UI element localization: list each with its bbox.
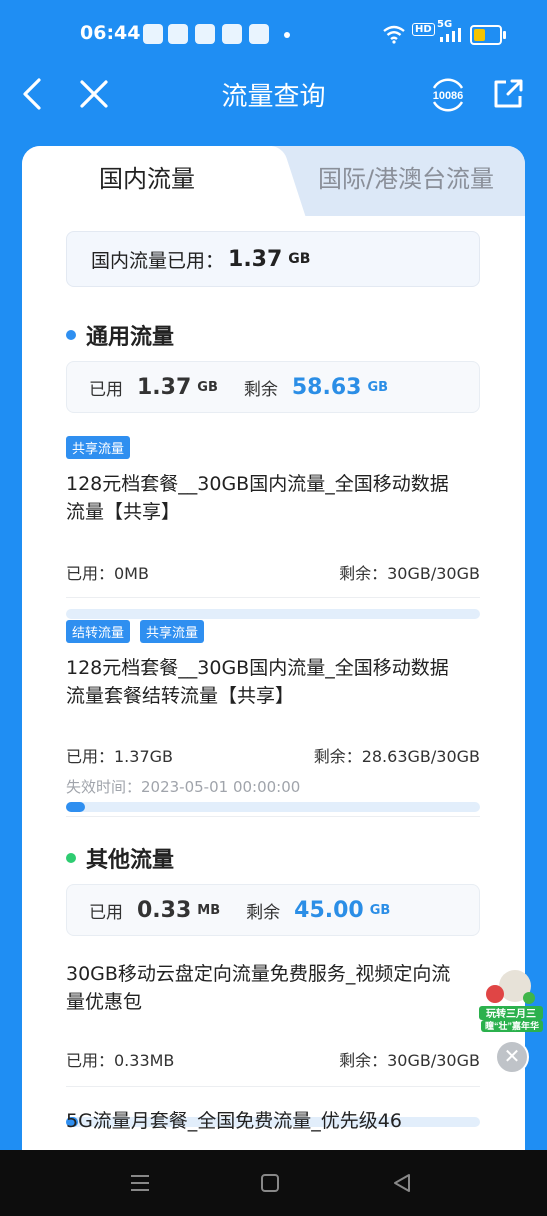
- other-remain-value: 45.00: [294, 897, 364, 923]
- general-used-unit: GB: [197, 379, 218, 395]
- package-3-usage-row: 已用：0.33MB 剩余：30GB/30GB: [66, 1047, 480, 1071]
- signal-icon: [440, 28, 461, 42]
- package-3-remain: 剩余：30GB/30GB: [339, 1051, 480, 1070]
- status-bar: 06:44 HD 5G: [0, 0, 547, 70]
- other-stats: 已用 0.33 MB 剩余 45.00 GB: [66, 884, 480, 936]
- divider: [66, 1086, 480, 1087]
- battery-level: [474, 29, 485, 41]
- package-2-expire: 失效时间：2023-05-01 00:00:00: [66, 778, 301, 796]
- package-2-progress-fill: [66, 802, 86, 812]
- package-4-name: 5G流量月套餐_全国免费流量_优先级46: [66, 1107, 480, 1135]
- other-used-label: 已用: [89, 902, 123, 923]
- general-remain-value: 58.63: [291, 374, 362, 400]
- summary-value: 1.37: [228, 246, 283, 272]
- package-1-usage-row: 已用：0MB 剩余：30GB/30GB: [66, 560, 480, 584]
- tab-domestic[interactable]: 国内流量: [22, 146, 272, 216]
- general-used-label: 已用: [89, 379, 123, 400]
- service-10086-icon: 10086: [433, 78, 464, 112]
- divider: [66, 816, 480, 817]
- share-icon: [494, 79, 523, 108]
- domestic-usage-summary: 国内流量已用： 1.37 GB: [66, 231, 480, 287]
- package-1-name-line1: 128元档套餐__30GB国内流量_全国移动数据: [66, 473, 449, 495]
- package-3-name-line2: 量优惠包: [66, 991, 143, 1013]
- promo-mascot-icon: 玩转三月三 瞳“壮”嘉年华: [479, 970, 543, 1032]
- wifi-icon: [383, 25, 405, 44]
- general-remain-label: 剩余: [243, 379, 278, 400]
- wechat-icon: [143, 24, 163, 44]
- home-button[interactable]: [250, 1166, 290, 1200]
- section-general-bullet: [66, 330, 76, 340]
- package-1-name: 128元档套餐__30GB国内流量_全国移动数据 流量【共享】: [66, 470, 480, 526]
- app-notification-icon: [168, 24, 188, 44]
- tag-carryover: 结转流量: [66, 620, 131, 643]
- section-general-title: 通用流量: [86, 325, 175, 350]
- general-used-value: 1.37: [137, 374, 192, 400]
- package-1-progress: [66, 609, 480, 619]
- main-card: 国内流量 国际/港澳台流量 国内流量已用： 1.37 GB 通用流量 已用 1.…: [22, 146, 525, 1150]
- close-icon: ✕: [503, 1044, 521, 1068]
- back-triangle-icon: [394, 1174, 410, 1192]
- other-used-value: 0.33: [137, 897, 192, 923]
- divider: [66, 597, 480, 598]
- package-3-name-line1: 30GB移动云盘定向流量免费服务_视频定向流: [66, 963, 451, 985]
- general-stats: 已用 1.37 GB 剩余 58.63 GB: [66, 361, 480, 413]
- package-2-tags: 结转流量 共享流量: [66, 620, 205, 643]
- system-nav-bar: [0, 1150, 547, 1216]
- title-bar: 流量查询 10086: [0, 70, 547, 120]
- service-number: 10086: [433, 90, 464, 102]
- other-used-unit: MB: [197, 902, 221, 918]
- summary-unit: GB: [288, 251, 311, 267]
- baidu-icon: [195, 24, 215, 44]
- package-1-name-line2: 流量【共享】: [66, 501, 181, 523]
- tab-bar: 国内流量 国际/港澳台流量: [22, 146, 525, 216]
- promo-float[interactable]: 玩转三月三 瞳“壮”嘉年华: [475, 962, 547, 1034]
- other-remain-unit: GB: [369, 902, 391, 918]
- tag-shared: 共享流量: [140, 620, 205, 643]
- home-square-icon: [261, 1174, 279, 1192]
- package-2-usage-row: 已用：1.37GB 剩余：28.63GB/30GB: [66, 743, 480, 767]
- service-10086-button[interactable]: 10086: [426, 72, 470, 116]
- section-other-bullet: [66, 853, 76, 863]
- share-button[interactable]: [488, 72, 528, 116]
- back-system-button[interactable]: [382, 1166, 422, 1200]
- general-remain-unit: GB: [367, 379, 389, 395]
- promo-close-button[interactable]: ✕: [495, 1040, 529, 1074]
- package-2-remain: 剩余：28.63GB/30GB: [313, 747, 480, 766]
- package-2-used: 已用：1.37GB: [66, 747, 174, 766]
- other-remain-label: 剩余: [246, 902, 281, 923]
- section-other-title: 其他流量: [86, 848, 175, 873]
- package-1-tags: 共享流量: [66, 436, 131, 459]
- package-4-name-line1: 5G流量月套餐_全国免费流量_优先级46: [66, 1110, 402, 1132]
- package-3-name: 30GB移动云盘定向流量免费服务_视频定向流 量优惠包: [66, 960, 480, 1016]
- tag-shared: 共享流量: [66, 436, 131, 459]
- promo-line2: 瞳“壮”嘉年华: [485, 1020, 539, 1031]
- battery-icon: [470, 25, 506, 45]
- hd-indicator: HD: [412, 23, 435, 36]
- tab-domestic-label: 国内流量: [99, 165, 195, 193]
- clock: 06:44: [80, 22, 141, 44]
- package-2-progress: [66, 802, 480, 812]
- section-other: 其他流量: [66, 842, 174, 874]
- menu-icon: [131, 1175, 149, 1191]
- recent-apps-button[interactable]: [120, 1166, 160, 1200]
- package-3-used: 已用：0.33MB: [66, 1051, 175, 1070]
- more-notifications-dot: [284, 32, 290, 38]
- iqiyi-icon: [222, 24, 242, 44]
- package-1-used: 已用：0MB: [66, 564, 149, 583]
- package-1-remain: 剩余：30GB/30GB: [339, 564, 480, 583]
- kuaishou-icon: [249, 24, 269, 44]
- summary-label: 国内流量已用：: [91, 249, 225, 272]
- tab-international[interactable]: 国际/港澳台流量: [287, 146, 525, 216]
- section-general: 通用流量: [66, 319, 174, 351]
- promo-line1: 玩转三月三: [486, 1007, 536, 1020]
- package-2-name-line2: 流量套餐结转流量【共享】: [66, 685, 295, 707]
- package-2-name-line1: 128元档套餐__30GB国内流量_全国移动数据: [66, 657, 449, 679]
- package-2-name: 128元档套餐__30GB国内流量_全国移动数据 流量套餐结转流量【共享】: [66, 654, 480, 710]
